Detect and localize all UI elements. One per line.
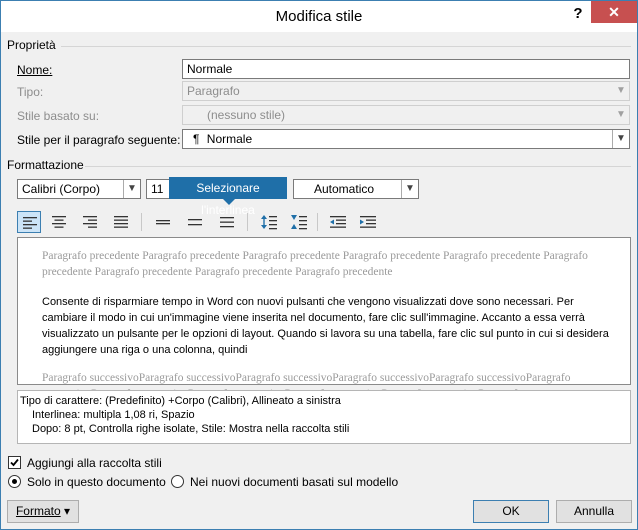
increase-indent-button[interactable] — [355, 211, 379, 233]
space-after-button[interactable] — [287, 211, 311, 233]
format-button[interactable]: Formato ▾ — [7, 500, 79, 523]
align-center-button[interactable] — [47, 211, 71, 233]
only-this-document-radio[interactable] — [8, 475, 21, 488]
align-left-button[interactable] — [17, 211, 41, 233]
increase-indent-icon — [360, 216, 376, 228]
font-size-value: 11 — [151, 182, 164, 196]
modify-style-dialog: Modifica stile ? ✕ Proprietà Nome: Norma… — [0, 0, 638, 530]
font-color-value: Automatico — [314, 182, 375, 196]
decrease-indent-button[interactable] — [325, 211, 349, 233]
next-style-label: Stile per il paragrafo seguente: — [17, 133, 181, 147]
based-on-label: Stile basato su: — [17, 109, 100, 123]
name-input[interactable]: Normale — [182, 59, 630, 79]
chevron-down-icon[interactable]: ▼ — [123, 180, 140, 198]
chevron-down-icon[interactable]: ▼ — [612, 130, 629, 148]
add-to-gallery-label[interactable]: Aggiungi alla raccolta stili — [27, 456, 162, 470]
align-right-button[interactable] — [78, 211, 102, 233]
font-value: Calibri (Corpo) — [22, 182, 101, 196]
help-button[interactable]: ? — [567, 4, 589, 24]
chevron-down-icon[interactable]: ▼ — [401, 180, 418, 198]
justify-button[interactable] — [109, 211, 133, 233]
font-select[interactable]: Calibri (Corpo) ▼ — [17, 179, 141, 199]
format-button-label: Formato — [15, 504, 61, 518]
formatting-section-title: Formattazione — [7, 158, 84, 172]
chevron-down-icon: ▼ — [616, 85, 626, 96]
align-left-icon — [23, 217, 37, 229]
preview-sample-paragraph: Consente di risparmiare tempo in Word co… — [42, 296, 609, 356]
title-bar: Modifica stile ? ✕ — [1, 1, 637, 32]
align-center-icon — [52, 216, 66, 228]
increase-space-before-icon — [261, 215, 277, 230]
preview-previous-paragraph: Paragrafo precedente Paragrafo precedent… — [42, 250, 588, 278]
properties-divider — [61, 46, 631, 47]
font-size-select[interactable]: 11 — [146, 179, 170, 199]
type-select: Paragrafo ▼ — [182, 81, 630, 101]
chevron-down-icon: ▼ — [616, 109, 626, 120]
tooltip-pointer — [223, 199, 235, 205]
close-button[interactable]: ✕ — [591, 1, 637, 23]
formatting-divider — [85, 166, 631, 167]
radio-selected-dot — [12, 479, 17, 484]
decrease-indent-icon — [330, 216, 346, 228]
based-on-value: (nessuno stile) — [207, 108, 286, 122]
justify-icon — [114, 216, 128, 228]
dialog-title: Modifica stile — [275, 8, 363, 25]
type-value: Paragrafo — [187, 84, 240, 98]
type-label: Tipo: — [17, 85, 44, 99]
single-spacing-button[interactable] — [151, 211, 175, 233]
next-style-select[interactable]: ¶ Normale ▼ — [182, 129, 630, 149]
new-documents-label[interactable]: Nei nuovi documenti basati sul modello — [190, 475, 398, 489]
style-preview: Paragrafo precedente Paragrafo precedent… — [17, 237, 631, 416]
next-style-value: Normale — [206, 132, 253, 146]
description-line: Tipo di carattere: (Predefinito) +Corpo … — [20, 395, 341, 407]
single-spacing-icon — [156, 220, 170, 225]
chevron-down-icon: ▾ — [64, 504, 71, 518]
name-label: Nome: — [17, 63, 52, 77]
name-label-text: Nome: — [17, 63, 53, 77]
description-line: Interlinea: multipla 1,08 ri, Spazio — [32, 409, 195, 421]
toolbar-separator — [317, 213, 318, 231]
space-before-button[interactable] — [257, 211, 281, 233]
decrease-space-before-icon — [291, 215, 307, 230]
align-right-icon — [83, 216, 97, 228]
add-to-gallery-checkbox[interactable] — [8, 456, 21, 469]
font-color-select[interactable]: Automatico ▼ — [293, 179, 419, 199]
properties-section-title: Proprietà — [7, 38, 56, 52]
new-documents-radio[interactable] — [171, 475, 184, 488]
paragraph-mark-icon: ¶ — [193, 132, 200, 146]
ok-button[interactable]: OK — [473, 500, 549, 523]
line-spacing-tooltip: Selezionare l'interlinea — [169, 177, 287, 217]
cancel-button[interactable]: Annulla — [556, 500, 632, 523]
toolbar-separator — [141, 213, 142, 231]
checkmark-icon — [10, 458, 19, 467]
description-line: Dopo: 8 pt, Controlla righe isolate, Sti… — [32, 423, 350, 435]
based-on-select: (nessuno stile) ▼ — [182, 105, 630, 125]
only-this-document-label[interactable]: Solo in questo documento — [27, 475, 166, 489]
style-description: Tipo di carattere: (Predefinito) +Corpo … — [17, 390, 631, 444]
